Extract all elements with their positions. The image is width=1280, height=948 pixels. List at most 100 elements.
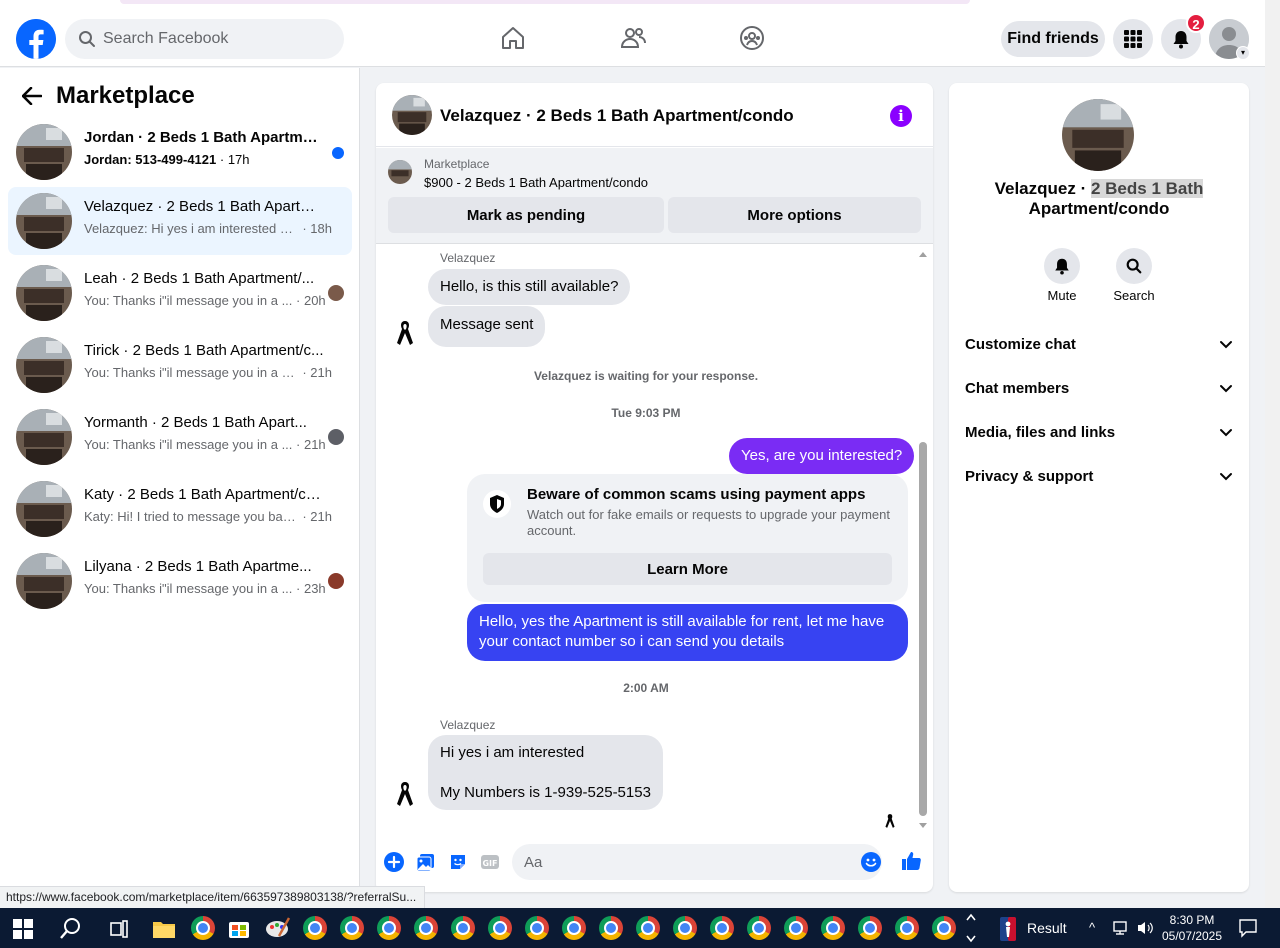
friends-icon[interactable]	[619, 24, 647, 52]
gif-icon[interactable]: GIF	[480, 852, 500, 872]
chrome-taskbar-icon[interactable]	[932, 916, 956, 940]
message-input[interactable]	[512, 844, 882, 880]
listing-title[interactable]: $900 - 2 Beds 1 Bath Apartment/condo	[424, 175, 648, 190]
search-in-chat-button[interactable]: Search	[1104, 248, 1164, 303]
news-ticker-label[interactable]: Result	[1027, 920, 1067, 936]
chrome-taskbar-icon[interactable]	[451, 916, 475, 940]
conversation-title: Tirick · 2 Beds 1 Bath Apartment/c...	[84, 342, 324, 359]
conversation-item[interactable]: Leah · 2 Beds 1 Bath Apartment/... You: …	[8, 259, 352, 327]
paint-icon[interactable]	[265, 916, 291, 940]
photo-icon[interactable]	[416, 852, 436, 872]
system-clock[interactable]: 8:30 PM 05/07/2025	[1160, 912, 1224, 944]
chrome-taskbar-icon[interactable]	[191, 916, 215, 940]
outgoing-message: Hello, yes the Apartment is still availa…	[467, 604, 908, 661]
incoming-message: Message sent	[428, 306, 546, 347]
chat-header: Velazquez · 2 Beds 1 Bath Apartment/cond…	[376, 83, 933, 147]
chrome-taskbar-icon[interactable]	[895, 916, 919, 940]
chrome-taskbar-icon[interactable]	[747, 916, 771, 940]
chrome-taskbar-icon[interactable]	[636, 916, 660, 940]
notification-center-icon[interactable]	[1238, 918, 1258, 938]
conversation-item[interactable]: Lilyana · 2 Beds 1 Bath Apartme... You: …	[8, 547, 352, 615]
chat-members-row[interactable]: Chat members	[957, 366, 1241, 410]
chrome-taskbar-icon[interactable]	[525, 916, 549, 940]
media-files-links-row[interactable]: Media, files and links	[957, 410, 1241, 454]
listing-thumbnail	[16, 553, 72, 609]
chrome-taskbar-icon[interactable]	[710, 916, 734, 940]
incoming-message: Hi yes i am interested My Numbers is 1-9…	[428, 735, 663, 810]
chrome-taskbar-icon[interactable]	[488, 916, 512, 940]
search-bar[interactable]	[65, 19, 344, 59]
conversation-item[interactable]: Katy · 2 Beds 1 Bath Apartment/co... Kat…	[8, 475, 352, 543]
mute-label: Mute	[1047, 288, 1077, 303]
listing-source-label: Marketplace	[424, 157, 490, 171]
svg-text:GIF: GIF	[482, 859, 497, 868]
home-icon[interactable]	[499, 24, 527, 52]
chrome-taskbar-icon[interactable]	[784, 916, 808, 940]
menu-button[interactable]	[1113, 19, 1153, 59]
taskbar-overflow-arrows-icon[interactable]	[964, 910, 978, 946]
conversation-name: Velazquez · 2 Beds 1 Bath Apartment/condo	[994, 179, 1204, 218]
thumbs-up-icon[interactable]	[900, 850, 922, 872]
groups-icon[interactable]	[738, 24, 766, 52]
search-input[interactable]	[103, 30, 323, 48]
mute-button[interactable]: Mute	[1032, 248, 1092, 303]
sticker-icon[interactable]	[448, 852, 468, 872]
chrome-taskbar-icon[interactable]	[821, 916, 845, 940]
listing-thumbnail-large[interactable]	[1062, 99, 1134, 171]
chrome-taskbar-icon[interactable]	[303, 916, 327, 940]
bell-icon	[1055, 258, 1069, 275]
scroll-down-arrow-icon[interactable]	[918, 822, 928, 830]
network-icon[interactable]	[1112, 920, 1130, 936]
conversation-item[interactable]: Tirick · 2 Beds 1 Bath Apartment/c... Yo…	[8, 331, 352, 399]
taskbar-search-icon[interactable]	[59, 916, 83, 940]
chrome-taskbar-icon[interactable]	[414, 916, 438, 940]
chrome-taskbar-icon[interactable]	[599, 916, 623, 940]
sidebar-header: Marketplace	[16, 80, 195, 112]
listing-thumbnail[interactable]	[392, 95, 432, 135]
seen-avatar	[328, 429, 344, 445]
file-explorer-icon[interactable]	[152, 918, 176, 940]
show-hidden-icons-icon[interactable]: ^	[1089, 920, 1095, 935]
chrome-taskbar-icon[interactable]	[673, 916, 697, 940]
chat-title[interactable]: Velazquez · 2 Beds 1 Bath Apartment/cond…	[440, 106, 794, 126]
nba-logo-icon[interactable]	[1000, 917, 1016, 941]
bell-icon	[1173, 31, 1189, 49]
facebook-logo-icon[interactable]	[16, 19, 56, 59]
conversation-item[interactable]: Yormanth · 2 Beds 1 Bath Apart... You: T…	[8, 403, 352, 471]
chrome-taskbar-icon[interactable]	[340, 916, 364, 940]
back-arrow-icon[interactable]	[16, 80, 48, 112]
message-list[interactable]: Velazquez Hello, is this still available…	[376, 245, 933, 830]
mark-as-pending-button[interactable]: Mark as pending	[388, 197, 664, 233]
scroll-up-arrow-icon[interactable]	[918, 250, 928, 258]
plus-icon[interactable]	[384, 852, 404, 872]
link-status-url: https://www.facebook.com/marketplace/ite…	[0, 886, 425, 908]
more-options-button[interactable]: More options	[668, 197, 921, 233]
row-label: Customize chat	[965, 335, 1076, 353]
chrome-taskbar-icon[interactable]	[562, 916, 586, 940]
conversation-item[interactable]: Jordan · 2 Beds 1 Bath Apartmen... Jorda…	[8, 118, 352, 186]
unread-dot	[332, 147, 344, 159]
listing-thumbnail	[16, 337, 72, 393]
listing-thumbnail	[16, 124, 72, 180]
store-icon[interactable]	[227, 916, 251, 940]
waiting-response-text: Velazquez is waiting for your response.	[533, 369, 759, 383]
chrome-taskbar-icon[interactable]	[858, 916, 882, 940]
message-line: Hi yes i am interested	[440, 744, 585, 761]
info-icon[interactable]: i	[890, 105, 912, 127]
learn-more-button[interactable]: Learn More	[483, 553, 892, 585]
message-scrollbar[interactable]	[918, 250, 928, 830]
scroll-thumb[interactable]	[919, 442, 927, 816]
account-chevron-down-icon[interactable]: ▾	[1236, 46, 1250, 60]
sender-name: Velazquez	[440, 718, 496, 732]
volume-icon[interactable]	[1136, 920, 1154, 936]
conversation-item-active[interactable]: Velazquez · 2 Beds 1 Bath Apartme... Vel…	[8, 187, 352, 255]
find-friends-button[interactable]: Find friends	[1001, 21, 1105, 57]
privacy-support-row[interactable]: Privacy & support	[957, 454, 1241, 498]
listing-thumbnail-small	[388, 160, 412, 184]
windows-start-icon[interactable]	[12, 918, 34, 940]
chrome-taskbar-icon[interactable]	[377, 916, 401, 940]
emoji-icon[interactable]	[861, 852, 881, 872]
page-scrollbar[interactable]	[1265, 0, 1280, 908]
task-view-icon[interactable]	[108, 918, 130, 940]
customize-chat-row[interactable]: Customize chat	[957, 322, 1241, 366]
